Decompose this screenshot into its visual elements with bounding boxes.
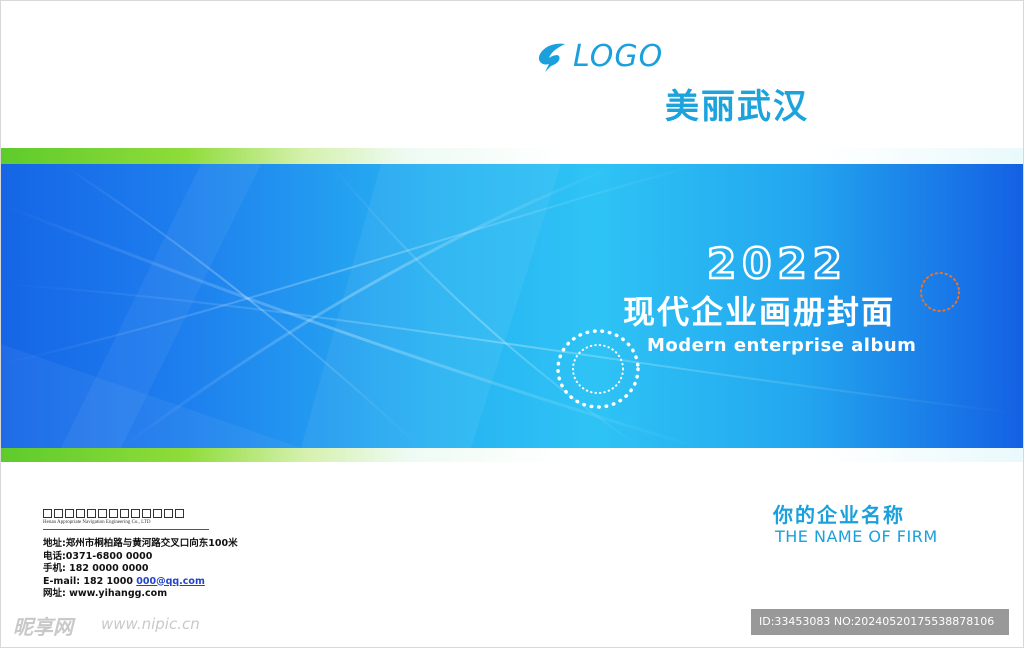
mobile-line: 手机: 182 0000 0000 [43, 563, 149, 574]
email-label: E-mail: 182 1000 [43, 575, 137, 587]
firm-name-cn: 你的企业名称 [773, 503, 905, 527]
address-line: 地址:郑州市桐柏路与黄河路交叉口向东100米 [43, 538, 238, 549]
contact-block: Henan Appropriate Navigation Engineering… [43, 509, 238, 601]
phone-line: 电话:0371-6800 0000 [43, 550, 153, 562]
watermark-id-bar: ID:33453083 NO:20240520175538878106 [751, 609, 1009, 635]
email-link[interactable]: 000@qq.com [136, 576, 205, 587]
watermark-site-name: 昵享网 [13, 615, 73, 639]
dotted-ring-icon [556, 329, 640, 409]
logo: LOGO [535, 39, 663, 74]
divider [43, 529, 209, 530]
top-stripe [1, 148, 1023, 164]
logo-text: LOGO [573, 39, 664, 74]
album-cover: LOGO 美丽武汉 2022 现代企业画册封面 Modern enterpris… [0, 0, 1024, 648]
firm-name-en: THE NAME OF FIRM [775, 527, 938, 546]
company-name-placeholder [43, 509, 238, 518]
city-title: 美丽武汉 [665, 87, 809, 127]
watermark-site-url: www.nipic.cn [101, 615, 200, 633]
dotted-ring-icon [920, 272, 960, 312]
cover-year: 2022 [706, 238, 848, 290]
company-english-name: Henan Appropriate Navigation Engineering… [43, 520, 151, 525]
bottom-stripe [1, 448, 1023, 462]
cover-subtitle: Modern enterprise album [647, 335, 917, 356]
email-line: E-mail: 182 1000 000@qq.com [43, 576, 238, 589]
website-line: 网址: www.yihangg.com [43, 588, 168, 599]
logo-mark-icon [538, 43, 565, 72]
cover-title: 现代企业画册封面 [623, 293, 896, 331]
